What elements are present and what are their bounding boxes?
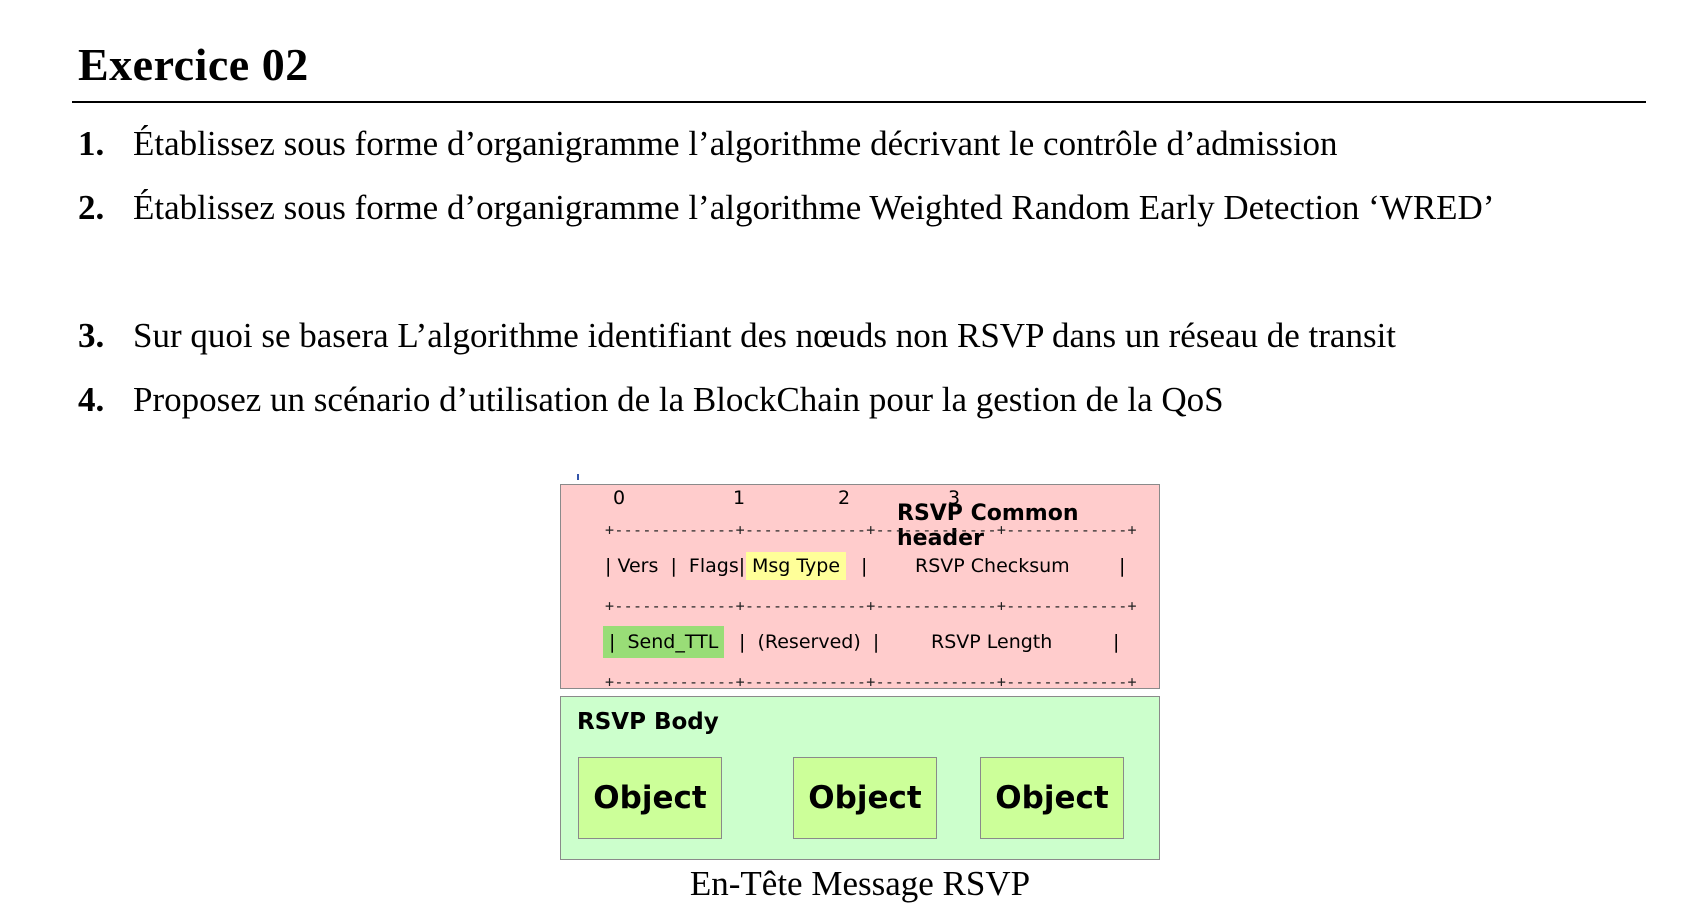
title-underline	[72, 101, 1646, 103]
length-field: RSVP Length	[931, 631, 1053, 653]
bit-label: 1	[733, 487, 746, 509]
vers-flags-field: | Vers | Flags|	[605, 555, 746, 577]
field-separator: |	[861, 555, 868, 577]
question-4: 4. Proposez un scénario d’utilisation de…	[78, 368, 1644, 432]
field-ruler: +-------------+-------------+-----------…	[605, 673, 1137, 691]
question-2: 2. Établissez sous forme d’organigramme …	[78, 176, 1644, 240]
field-ruler: +-------------+-------------+-----------…	[605, 521, 1137, 539]
exercise-title: Exercice 02	[78, 39, 309, 90]
msg-type-field: Msg Type	[746, 552, 847, 580]
question-text: Sur quoi se basera L’algorithme identifi…	[133, 316, 1397, 355]
rsvp-common-header-box: 0 1 2 3 RSVP Common header +------------…	[560, 484, 1160, 691]
checksum-field: RSVP Checksum	[915, 555, 1070, 577]
figure-caption: En-Tête Message RSVP	[689, 864, 1031, 903]
body-title: RSVP Body	[577, 709, 719, 735]
question-number: 3.	[78, 316, 105, 355]
question-number: 4.	[78, 380, 105, 419]
field-separator: |	[1113, 631, 1120, 653]
rsvp-body-box: RSVP Body Object Object Object	[560, 696, 1160, 860]
field-ruler: +-------------+-------------+-----------…	[605, 597, 1137, 615]
object-box: Object	[793, 757, 937, 839]
field-separator: |	[1119, 555, 1126, 577]
question-text: Établissez sous forme d’organigramme l’a…	[133, 188, 1495, 227]
object-box: Object	[578, 757, 722, 839]
object-box: Object	[980, 757, 1124, 839]
reserved-field: | (Reserved) |	[739, 631, 880, 653]
bit-label: 2	[838, 487, 851, 509]
bit-label: 0	[613, 487, 626, 509]
rsvp-header-diagram: 0 1 2 3 RSVP Common header +------------…	[560, 474, 1160, 860]
send-ttl-field: | Send_TTL	[603, 626, 725, 658]
question-1: 1. Établissez sous forme d’organigramme …	[78, 112, 1644, 176]
question-number: 2.	[78, 188, 105, 227]
question-text: Proposez un scénario d’utilisation de la…	[133, 380, 1224, 419]
question-number: 1.	[78, 124, 105, 163]
question-3: 3. Sur quoi se basera L’algorithme ident…	[78, 304, 1644, 368]
question-text: Établissez sous forme d’organigramme l’a…	[133, 124, 1338, 163]
marker-tick	[577, 474, 579, 480]
